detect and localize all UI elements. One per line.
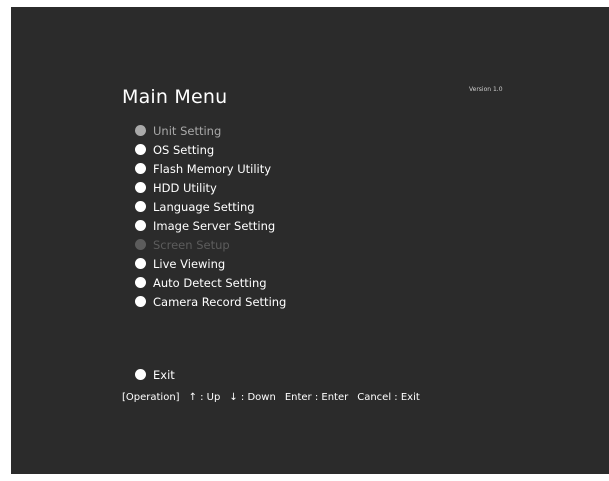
bullet-icon xyxy=(135,258,146,269)
menu-screen: Main Menu Version 1.0 Unit Setting OS Se… xyxy=(11,7,609,474)
menu-item-image-server-setting[interactable]: Image Server Setting xyxy=(135,216,286,235)
bullet-icon xyxy=(135,220,146,231)
menu-item-label: OS Setting xyxy=(153,142,215,157)
menu-item-label: Image Server Setting xyxy=(153,218,276,233)
operation-down-hint: ↓ : Down xyxy=(229,392,276,403)
menu-item-label: Language Setting xyxy=(153,199,255,214)
menu-item-os-setting[interactable]: OS Setting xyxy=(135,140,286,159)
exit-menu-item[interactable]: Exit xyxy=(135,365,175,384)
menu-item-auto-detect-setting[interactable]: Auto Detect Setting xyxy=(135,273,286,292)
menu-item-hdd-utility[interactable]: HDD Utility xyxy=(135,178,286,197)
operation-heading: [Operation] xyxy=(122,392,180,403)
menu-item-live-viewing[interactable]: Live Viewing xyxy=(135,254,286,273)
menu-item-label: Auto Detect Setting xyxy=(153,275,267,290)
bullet-icon xyxy=(135,125,146,136)
bullet-icon xyxy=(135,163,146,174)
bullet-icon xyxy=(135,296,146,307)
bullet-icon xyxy=(135,239,146,250)
menu-item-unit-setting[interactable]: Unit Setting xyxy=(135,121,286,140)
bullet-icon xyxy=(135,201,146,212)
page-title: Main Menu xyxy=(122,86,228,108)
menu-item-label: Flash Memory Utility xyxy=(153,161,272,176)
menu-item-flash-memory-utility[interactable]: Flash Memory Utility xyxy=(135,159,286,178)
bullet-icon xyxy=(135,182,146,193)
menu-item-label: Camera Record Setting xyxy=(153,294,287,309)
menu-item-label: HDD Utility xyxy=(153,180,217,195)
menu-item-screen-setup: Screen Setup xyxy=(135,235,286,254)
bullet-icon xyxy=(135,144,146,155)
bullet-icon xyxy=(135,369,146,380)
operation-cancel-hint: Cancel : Exit xyxy=(357,392,420,403)
operation-help-bar: [Operation] ↑ : Up ↓ : Down Enter : Ente… xyxy=(122,392,420,403)
menu-item-label: Unit Setting xyxy=(153,123,222,138)
main-menu-list: Unit Setting OS Setting Flash Memory Uti… xyxy=(135,121,286,311)
menu-item-language-setting[interactable]: Language Setting xyxy=(135,197,286,216)
operation-enter-hint: Enter : Enter xyxy=(284,392,349,403)
menu-item-label: Screen Setup xyxy=(153,237,230,252)
menu-item-camera-record-setting[interactable]: Camera Record Setting xyxy=(135,292,286,311)
exit-label: Exit xyxy=(153,367,175,382)
menu-item-label: Live Viewing xyxy=(153,256,226,271)
bullet-icon xyxy=(135,277,146,288)
operation-up-hint: ↑ : Up xyxy=(188,392,221,403)
version-label: Version 1.0 xyxy=(469,86,503,93)
